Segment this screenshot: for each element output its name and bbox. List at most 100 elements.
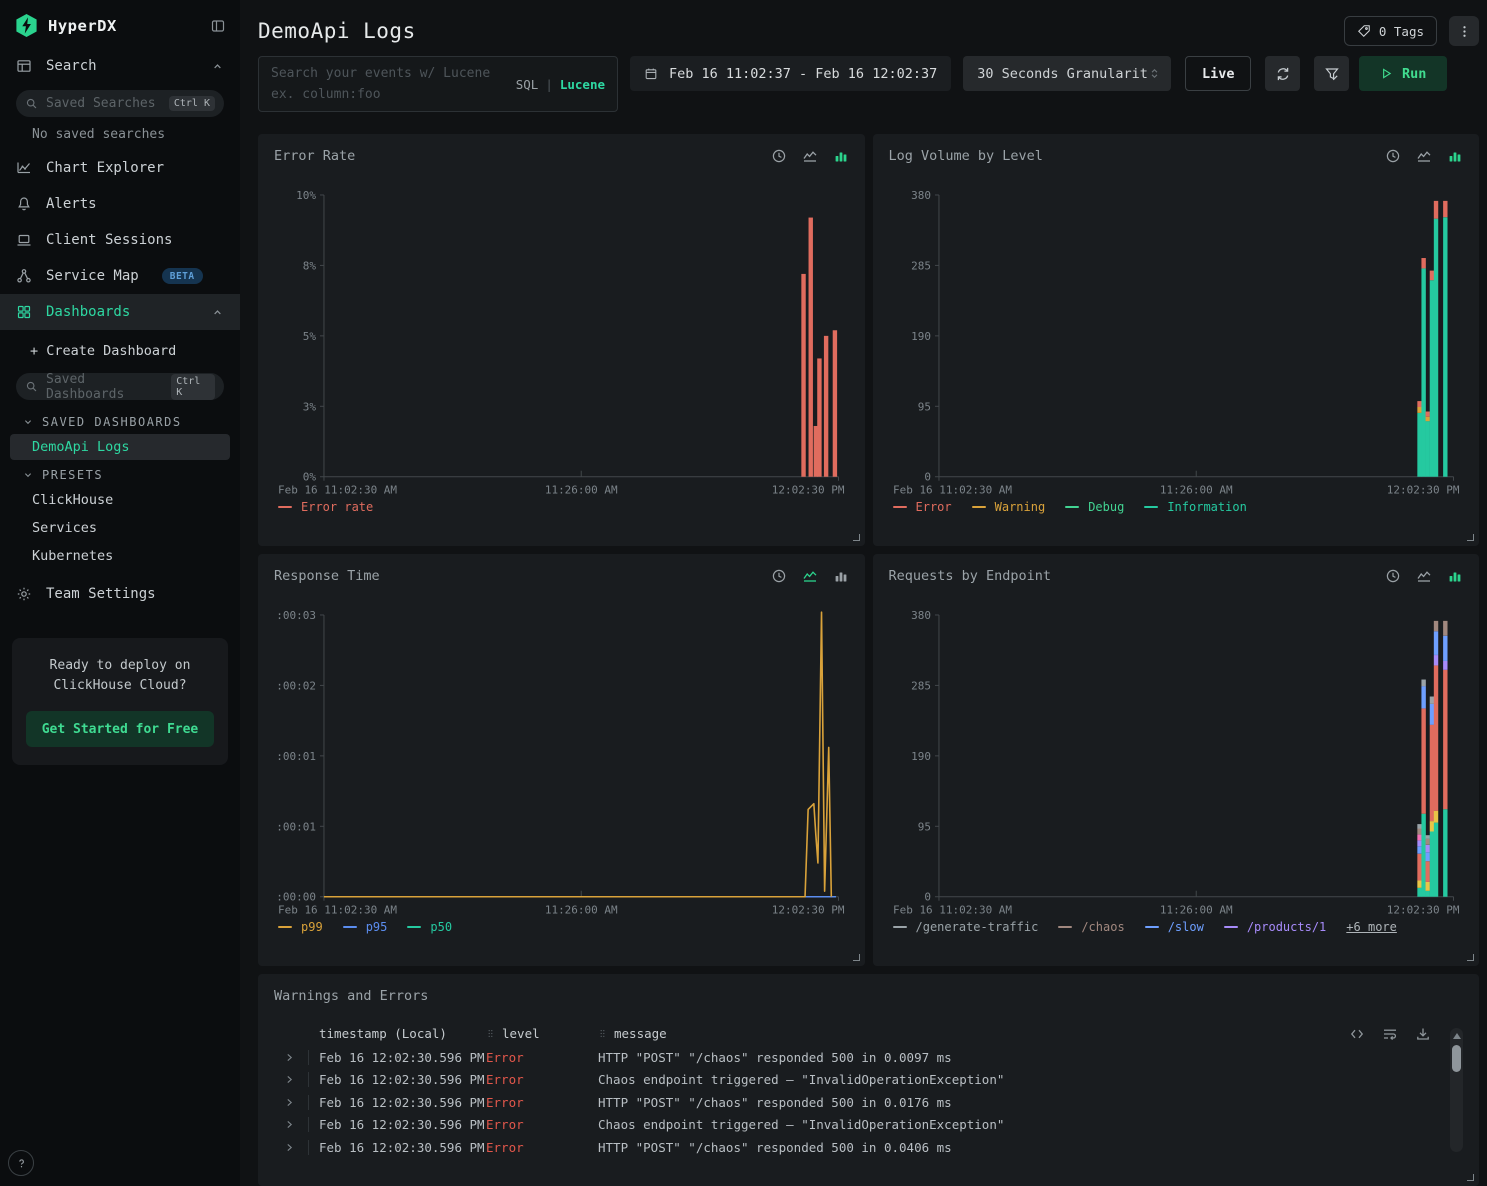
get-started-button[interactable]: Get Started for Free xyxy=(26,711,214,747)
legend-item[interactable]: p95 xyxy=(343,920,388,934)
scrollbar-up-arrow[interactable] xyxy=(1453,1033,1461,1039)
live-button[interactable]: Live xyxy=(1185,56,1251,91)
legend-item[interactable]: Information xyxy=(1144,500,1246,514)
table-row[interactable]: Feb 16 12:02:30.596 PM Error Chaos endpo… xyxy=(282,1069,1463,1092)
panel-resize-handle[interactable] xyxy=(853,954,860,961)
date-range-picker[interactable]: Feb 16 11:02:37 - Feb 16 12:02:37 xyxy=(630,56,951,91)
sidebar-item-alerts[interactable]: Alerts xyxy=(0,186,240,222)
column-header-message[interactable]: message xyxy=(598,1026,1463,1041)
sidebar-item-client-sessions[interactable]: Client Sessions xyxy=(0,222,240,258)
chart-canvas[interactable]: 10%8%5%3%0%Feb 16 11:02:30 AM11:26:00 AM… xyxy=(274,176,849,498)
wrap-text-icon[interactable] xyxy=(1382,1026,1398,1042)
sidebar-preset-kubernetes[interactable]: Kubernetes xyxy=(0,542,240,570)
legend-item[interactable]: /products/1 xyxy=(1224,920,1326,934)
row-expand-chevron-icon[interactable] xyxy=(282,1052,308,1063)
panel-resize-handle[interactable] xyxy=(853,534,860,541)
column-drag-icon[interactable] xyxy=(598,1028,607,1039)
table-row[interactable]: Feb 16 12:02:30.596 PM Error Chaos endpo… xyxy=(282,1114,1463,1137)
sidebar-item-team-settings[interactable]: Team Settings xyxy=(0,576,240,612)
panel-resize-handle[interactable] xyxy=(1467,534,1474,541)
legend-item[interactable]: /slow xyxy=(1145,920,1204,934)
tags-button[interactable]: 0 Tags xyxy=(1344,16,1437,46)
legend-item[interactable]: Debug xyxy=(1065,500,1124,514)
code-view-icon[interactable] xyxy=(1349,1026,1365,1042)
legend-item[interactable]: /generate-traffic xyxy=(893,920,1039,934)
table-row[interactable]: Feb 16 12:02:30.596 PM Error HTTP "POST"… xyxy=(282,1136,1463,1159)
sidebar-preset-clickhouse[interactable]: ClickHouse xyxy=(0,486,240,514)
svg-text:12:02:30 PM: 12:02:30 PM xyxy=(1386,904,1459,917)
chevron-up-icon[interactable] xyxy=(211,60,224,73)
legend-item[interactable]: p50 xyxy=(407,920,452,934)
panel-resize-handle[interactable] xyxy=(1467,1174,1474,1181)
column-header-level[interactable]: level xyxy=(486,1026,598,1041)
saved-searches-input[interactable]: Saved Searches Ctrl K xyxy=(16,90,224,117)
help-button[interactable] xyxy=(8,1150,34,1176)
bar-chart-icon[interactable] xyxy=(1447,148,1463,164)
legend-more-link[interactable]: +6 more xyxy=(1346,920,1397,934)
sidebar-item-search[interactable]: Search xyxy=(0,48,240,84)
legend-item[interactable]: Warning xyxy=(972,500,1046,514)
sidebar-item-dashboards[interactable]: Dashboards xyxy=(0,294,240,330)
sidebar: HyperDX Search Saved Searches Ctrl K No … xyxy=(0,0,240,1186)
run-button[interactable]: Run xyxy=(1359,56,1447,91)
legend-swatch xyxy=(278,506,292,508)
legend-item[interactable]: p99 xyxy=(278,920,323,934)
bar-chart-icon[interactable] xyxy=(1447,568,1463,584)
panel-resize-handle[interactable] xyxy=(1467,954,1474,961)
column-header-timestamp[interactable]: timestamp (Local) xyxy=(308,1026,486,1041)
column-drag-icon[interactable] xyxy=(486,1028,495,1039)
chart-canvas[interactable]: 380285190950Feb 16 11:02:30 AM11:26:00 A… xyxy=(889,176,1464,498)
row-expand-chevron-icon[interactable] xyxy=(282,1097,308,1108)
table-row[interactable]: Feb 16 12:02:30.596 PM Error HTTP "POST"… xyxy=(282,1046,1463,1069)
svg-text:12:02:30 PM: 12:02:30 PM xyxy=(772,484,845,497)
svg-text:0: 0 xyxy=(924,471,931,484)
refresh-button[interactable] xyxy=(1265,56,1300,91)
sidebar-item-label: Team Settings xyxy=(46,586,156,602)
row-expand-chevron-icon[interactable] xyxy=(282,1119,308,1130)
row-timestamp: Feb 16 12:02:30.596 PM xyxy=(308,1050,486,1065)
filter-button[interactable] xyxy=(1314,56,1349,91)
clock-icon[interactable] xyxy=(1385,568,1401,584)
area-chart-icon[interactable] xyxy=(802,148,818,164)
download-icon[interactable] xyxy=(1415,1026,1431,1042)
sql-toggle[interactable]: SQL xyxy=(516,77,539,92)
legend-swatch xyxy=(407,926,421,928)
chart-canvas[interactable]: 380285190950Feb 16 11:02:30 AM11:26:00 A… xyxy=(889,596,1464,918)
more-options-button[interactable] xyxy=(1449,16,1479,46)
legend-item[interactable]: Error rate xyxy=(278,500,373,514)
clock-icon[interactable] xyxy=(1385,148,1401,164)
svg-text:95: 95 xyxy=(917,400,930,413)
section-saved-dashboards[interactable]: SAVED DASHBOARDS xyxy=(0,408,240,433)
area-chart-icon[interactable] xyxy=(802,568,818,584)
legend-item[interactable]: /chaos xyxy=(1058,920,1124,934)
section-presets[interactable]: PRESETS xyxy=(0,461,240,486)
sidebar-collapse-icon[interactable] xyxy=(210,18,226,34)
row-expand-chevron-icon[interactable] xyxy=(282,1074,308,1085)
table-scrollbar[interactable] xyxy=(1450,1028,1463,1152)
create-dashboard-button[interactable]: + Create Dashboard xyxy=(0,330,240,367)
sidebar-dashboard-demoapi-logs[interactable]: DemoApi Logs xyxy=(10,434,230,460)
saved-dashboards-input[interactable]: Saved Dashboards Ctrl K xyxy=(16,373,224,400)
bar-chart-icon[interactable] xyxy=(833,568,849,584)
svg-text:0: 0 xyxy=(924,891,931,904)
lucene-toggle[interactable]: Lucene xyxy=(560,77,605,92)
legend-item[interactable]: Error xyxy=(893,500,952,514)
chart-canvas[interactable]: :00:03:00:02:00:01:00:01:00:00Feb 16 11:… xyxy=(274,596,849,918)
area-chart-icon[interactable] xyxy=(1416,568,1432,584)
chevron-up-icon[interactable] xyxy=(211,306,224,319)
area-chart-icon[interactable] xyxy=(1416,148,1432,164)
sidebar-preset-services[interactable]: Services xyxy=(0,514,240,542)
granularity-select[interactable]: 30 Seconds Granularit xyxy=(963,56,1171,91)
sidebar-item-chart-explorer[interactable]: Chart Explorer xyxy=(0,150,240,186)
table-row[interactable]: Feb 16 12:02:30.596 PM Error HTTP "POST"… xyxy=(282,1091,1463,1114)
chart-explorer-icon xyxy=(16,160,33,176)
event-search-input[interactable]: Search your events w/ Lucene ex. column:… xyxy=(258,56,618,112)
section-label: PRESETS xyxy=(42,468,103,482)
clock-icon[interactable] xyxy=(771,568,787,584)
bar-chart-icon[interactable] xyxy=(833,148,849,164)
row-message: HTTP "POST" "/chaos" responded 500 in 0.… xyxy=(598,1050,1463,1065)
scrollbar-thumb[interactable] xyxy=(1452,1045,1461,1072)
row-expand-chevron-icon[interactable] xyxy=(282,1142,308,1153)
clock-icon[interactable] xyxy=(771,148,787,164)
sidebar-item-service-map[interactable]: Service Map BETA xyxy=(0,258,240,294)
